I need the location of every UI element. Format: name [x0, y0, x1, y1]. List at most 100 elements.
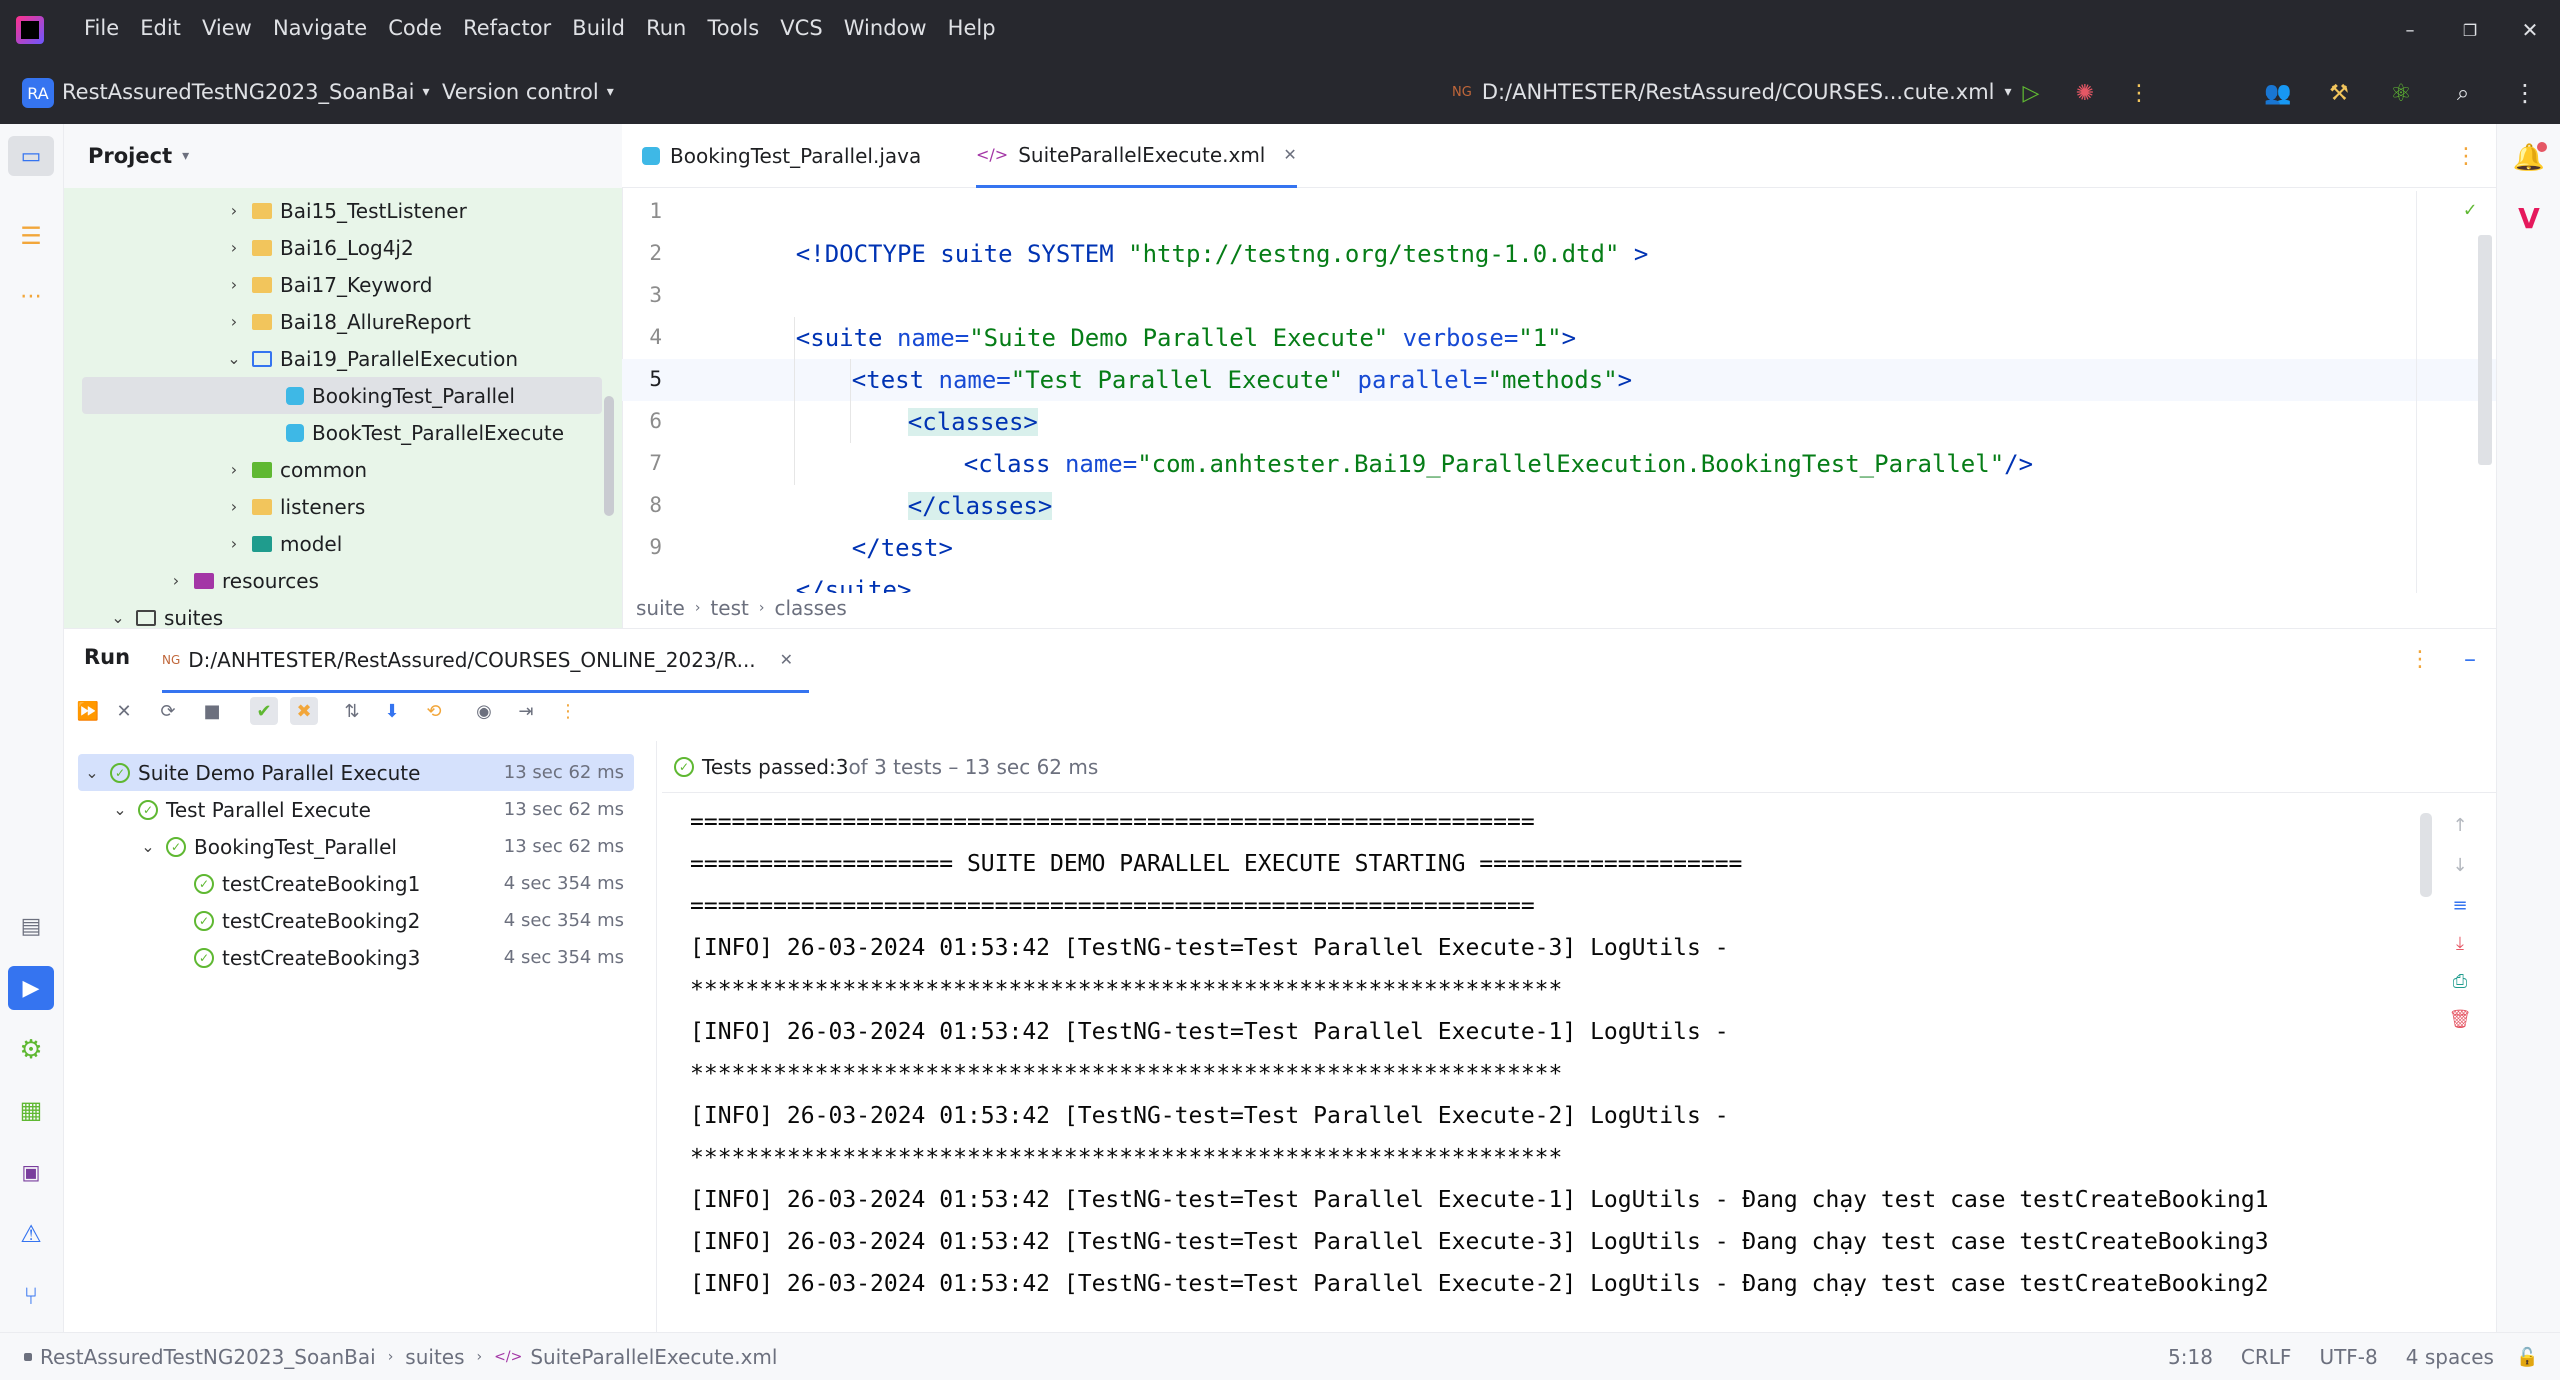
chevron-down-icon[interactable]: ⌄	[108, 608, 128, 628]
inspection-ok-icon[interactable]: ✓	[2458, 197, 2482, 221]
menu-tools[interactable]: Tools	[707, 16, 759, 40]
chevron-right-icon[interactable]: ›	[224, 275, 244, 295]
menu-code[interactable]: Code	[388, 16, 442, 40]
chevron-right-icon[interactable]: ›	[224, 312, 244, 332]
print-icon[interactable]: ⎙	[2446, 967, 2474, 995]
test-node-suite[interactable]: ⌄ ✓ Suite Demo Parallel Execute 13 sec 6…	[78, 754, 648, 791]
chevron-down-icon[interactable]: ⌄	[82, 763, 102, 783]
services-tool-icon[interactable]: ▤	[8, 906, 54, 946]
menu-build[interactable]: Build	[572, 16, 625, 40]
status-path-item[interactable]: RestAssuredTestNG2023_SoanBai	[40, 1345, 376, 1369]
stop-icon[interactable]: ■	[198, 697, 226, 725]
tree-item-listeners[interactable]: › listeners	[224, 488, 366, 525]
menu-run[interactable]: Run	[646, 16, 686, 40]
more-tools-icon[interactable]: ⋯	[8, 276, 54, 316]
breadcrumb-item[interactable]: classes	[774, 596, 846, 620]
tab-bookingtest-java[interactable]: BookingTest_Parallel.java	[642, 124, 921, 188]
tree-item-bai18[interactable]: › Bai18_AllureReport	[224, 303, 471, 340]
status-path-item[interactable]: suites	[405, 1345, 464, 1369]
code-editor[interactable]: 1 2 3 4 5 6 7 8 9 <!DOCTYPE suite SYSTEM…	[622, 191, 2496, 593]
rerun-failed-icon[interactable]: ✕	[110, 697, 138, 725]
tree-item-common[interactable]: › common	[224, 451, 367, 488]
minimize-icon[interactable]: –	[2396, 16, 2424, 44]
chevron-right-icon[interactable]: ›	[224, 460, 244, 480]
project-scrollbar[interactable]	[604, 396, 614, 516]
chevron-right-icon[interactable]: ›	[224, 497, 244, 517]
scroll-to-end-icon[interactable]: ⤓	[2446, 929, 2474, 957]
scroll-down-icon[interactable]: ↓	[2446, 851, 2474, 879]
settings-menu-icon[interactable]: ⋮	[2510, 78, 2540, 108]
more-icon[interactable]: ⋮	[554, 697, 582, 725]
chevron-right-icon[interactable]: ›	[224, 238, 244, 258]
export-icon[interactable]: ⇥	[512, 697, 540, 725]
screenshot-icon[interactable]: ◉	[470, 697, 498, 725]
intellij-logo-icon[interactable]	[16, 16, 44, 44]
menu-window[interactable]: Window	[844, 16, 927, 40]
chevron-down-icon[interactable]: ⌄	[224, 349, 244, 369]
tree-item-bai17[interactable]: › Bai17_Keyword	[224, 266, 433, 303]
chevron-right-icon[interactable]: ›	[224, 201, 244, 221]
console-scrollbar[interactable]	[2420, 813, 2432, 897]
scroll-up-icon[interactable]: ↑	[2446, 811, 2474, 839]
file-encoding[interactable]: UTF-8	[2319, 1345, 2377, 1369]
run-panel-options-icon[interactable]: ⋮	[2406, 645, 2434, 673]
rerun-icon[interactable]: ⏩	[74, 697, 102, 725]
close-tab-icon[interactable]: ✕	[1283, 145, 1296, 164]
restore-icon[interactable]: ❐	[2456, 16, 2484, 44]
breadcrumb-item[interactable]: suite	[636, 596, 685, 620]
plugin-v-icon[interactable]: V	[2511, 200, 2547, 236]
tools-icon[interactable]: ⚒	[2324, 78, 2354, 108]
console-output[interactable]: ========================================…	[64, 801, 2496, 1333]
soft-wrap-icon[interactable]: ≡	[2446, 891, 2474, 919]
menu-file[interactable]: File	[84, 16, 119, 40]
run-tab[interactable]: NG D:/ANHTESTER/RestAssured/COURSES_ONLI…	[162, 629, 810, 693]
show-ignored-icon[interactable]: ✖	[290, 697, 318, 725]
menu-navigate[interactable]: Navigate	[273, 16, 367, 40]
clear-all-icon[interactable]: 🗑	[2446, 1005, 2474, 1033]
hide-panel-icon[interactable]: –	[2456, 645, 2484, 673]
tree-item-suites[interactable]: ⌄ suites	[108, 599, 223, 629]
tree-item-bai19[interactable]: ⌄ Bai19_ParallelExecution	[224, 340, 518, 377]
show-passed-icon[interactable]: ✔	[250, 697, 278, 725]
tree-item-bai15[interactable]: › Bai15_TestListener	[224, 192, 467, 229]
debug-icon[interactable]: ✺	[2070, 78, 2100, 108]
settings-gear-icon[interactable]: ⚙	[8, 1030, 54, 1070]
more-actions-icon[interactable]: ⋮	[2124, 78, 2154, 108]
indent-setting[interactable]: 4 spaces	[2406, 1345, 2494, 1369]
problems-icon[interactable]: ⚠	[8, 1214, 54, 1254]
toggle-auto-test-icon[interactable]: ⟳	[154, 697, 182, 725]
tree-item-booktest-parallelexecute[interactable]: BookTest_ParallelExecute	[286, 414, 564, 451]
run-icon[interactable]: ▷	[2016, 78, 2046, 108]
editor-scrollbar[interactable]	[2478, 235, 2492, 465]
project-selector[interactable]: RestAssuredTestNG2023_SoanBai ▾	[62, 80, 430, 104]
terminal-icon[interactable]: ▣	[8, 1152, 54, 1192]
chevron-right-icon[interactable]: ›	[224, 534, 244, 554]
close-tab-icon[interactable]: ✕	[780, 650, 793, 669]
vcs-selector[interactable]: Version control ▾	[442, 80, 614, 104]
menu-vcs[interactable]: VCS	[780, 16, 822, 40]
plugins-icon[interactable]: ▦	[8, 1090, 54, 1130]
git-icon[interactable]: ⑂	[8, 1276, 54, 1316]
structure-tool-icon[interactable]: ☰	[8, 216, 54, 256]
menu-help[interactable]: Help	[948, 16, 996, 40]
run-config-selector[interactable]: NG D:/ANHTESTER/RestAssured/COURSES...cu…	[1452, 80, 2012, 104]
readonly-lock-icon[interactable]: 🔓	[2516, 1347, 2538, 1368]
project-tool-icon[interactable]: ▭	[8, 136, 54, 176]
close-window-icon[interactable]: ✕	[2516, 16, 2544, 44]
ai-assistant-icon[interactable]: ⚛	[2386, 78, 2416, 108]
tree-item-model[interactable]: › model	[224, 525, 342, 562]
breadcrumb-item[interactable]: test	[710, 596, 748, 620]
code-with-me-icon[interactable]: 👥	[2262, 78, 2294, 108]
tab-menu-icon[interactable]: ⋮	[2452, 142, 2480, 170]
tree-item-resources[interactable]: › resources	[166, 562, 319, 599]
tree-item-bookingtest-parallel[interactable]: BookingTest_Parallel	[286, 377, 515, 414]
menu-view[interactable]: View	[202, 16, 252, 40]
status-path-item[interactable]: SuiteParallelExecute.xml	[530, 1345, 777, 1369]
project-view-selector[interactable]: Project ▾	[88, 144, 189, 168]
chevron-right-icon[interactable]: ›	[166, 571, 186, 591]
line-separator[interactable]: CRLF	[2241, 1345, 2292, 1369]
sort-icon[interactable]: ⇅	[338, 697, 366, 725]
import-tests-icon[interactable]: ⬇	[378, 697, 406, 725]
menu-refactor[interactable]: Refactor	[463, 16, 551, 40]
history-icon[interactable]: ⟲	[420, 697, 448, 725]
